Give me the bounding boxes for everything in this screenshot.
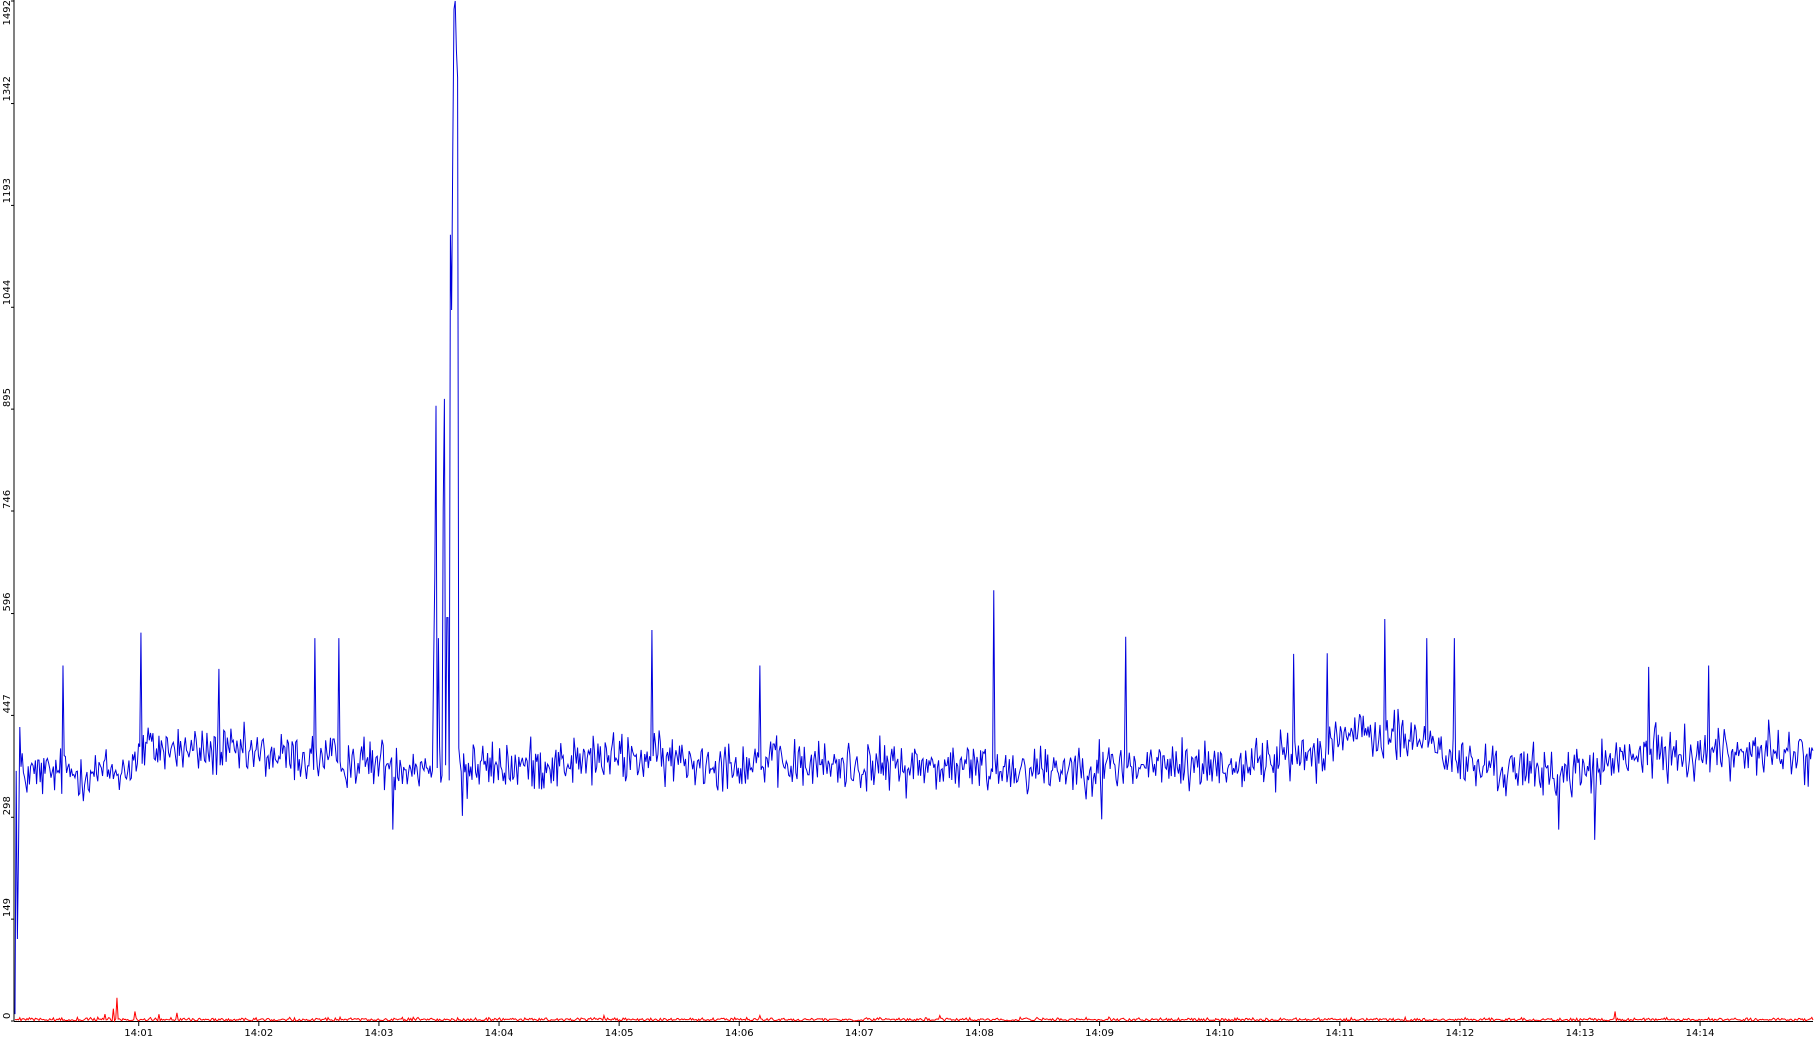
x-tick-label: 14:02 bbox=[244, 1028, 273, 1039]
y-tick-label: 1342 bbox=[2, 76, 13, 101]
y-tick-label: 895 bbox=[2, 388, 13, 407]
x-tick-label: 14:06 bbox=[725, 1028, 754, 1039]
series-line-0 bbox=[14, 0, 1814, 1015]
y-tick-label: 298 bbox=[2, 796, 13, 815]
y-tick-label: 596 bbox=[2, 592, 13, 611]
x-tick-label: 14:13 bbox=[1566, 1028, 1595, 1039]
x-tick-label: 14:14 bbox=[1686, 1028, 1715, 1039]
y-tick-label: 447 bbox=[2, 694, 13, 713]
y-tick-label: 1193 bbox=[2, 178, 13, 203]
x-tick-label: 14:04 bbox=[485, 1028, 514, 1039]
x-tick-label: 14:01 bbox=[124, 1028, 153, 1039]
series-line-1 bbox=[14, 997, 1814, 1023]
x-tick-label: 14:08 bbox=[965, 1028, 994, 1039]
x-tick-label: 14:10 bbox=[1205, 1028, 1234, 1039]
y-tick-label: 1044 bbox=[2, 280, 13, 305]
x-tick-label: 14:05 bbox=[605, 1028, 634, 1039]
x-tick-label: 14:11 bbox=[1325, 1028, 1354, 1039]
x-tick-label: 14:09 bbox=[1085, 1028, 1114, 1039]
line-chart-canvas: 0 149 298 447 596 746 895 1044 1193 1342 1492 14:01… bbox=[2, 0, 1814, 1039]
y-tick-label: 0 bbox=[2, 1013, 13, 1019]
chart: 0 149 298 447 596 746 895 1044 1193 1342 1492 14:01… bbox=[0, 0, 1815, 1039]
y-tick-label: 746 bbox=[2, 490, 13, 509]
x-tick-label: 14:12 bbox=[1445, 1028, 1474, 1039]
y-tick-label: 1492 bbox=[2, 0, 13, 25]
x-tick-label: 14:07 bbox=[845, 1028, 874, 1039]
y-tick-label: 149 bbox=[2, 898, 13, 917]
x-tick-label: 14:03 bbox=[365, 1028, 394, 1039]
